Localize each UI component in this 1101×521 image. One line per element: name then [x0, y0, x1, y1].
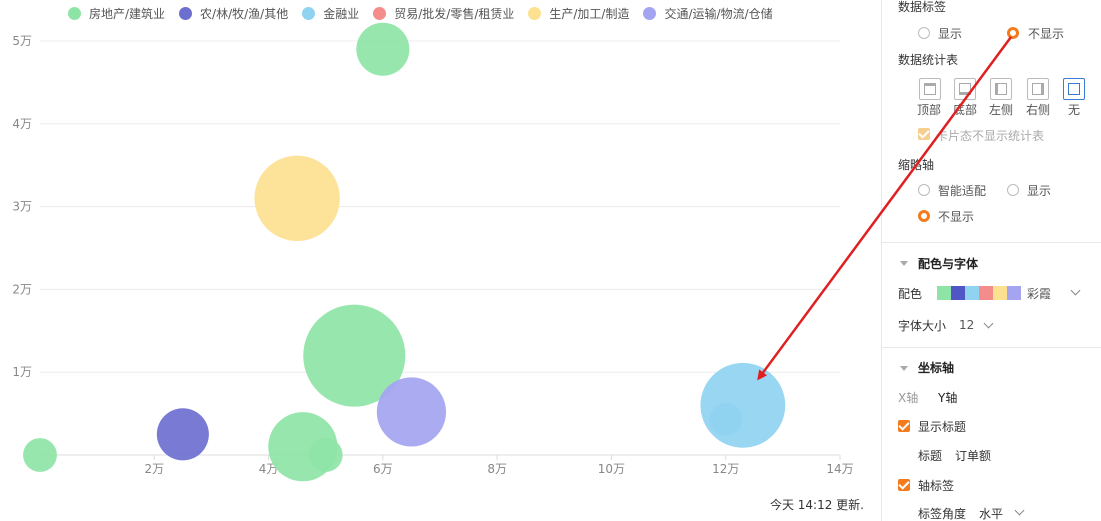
color-font-section-title[interactable]: 配色与字体 [918, 255, 978, 272]
collapse-triangle-icon[interactable] [900, 261, 908, 266]
bubble-chart: 1万2万3万4万5万2万 4万 6万 8万 10万 12万 14万 [12, 22, 854, 482]
font-size-chevron-down-icon[interactable] [983, 318, 994, 329]
position-bottom-icon [959, 83, 971, 95]
position-top-icon [924, 83, 936, 95]
position-none-icon [1068, 83, 1080, 95]
collapse-triangle-icon[interactable] [900, 366, 908, 371]
font-size-label: 字体大小 [898, 319, 947, 333]
data-label-show-radio[interactable] [918, 27, 930, 39]
axis-section-title[interactable]: 坐标轴 [918, 359, 954, 376]
settings-panel: 数据标签 显示 不显示 数据统计表 顶部 底部 左侧 右侧 无 卡片态不显示统计… [881, 0, 1101, 521]
stat-table-right-label: 右侧 [1026, 103, 1051, 117]
data-label-hide-text[interactable]: 不显示 [1028, 25, 1064, 42]
data-label-title: 数据标签 [898, 0, 947, 14]
position-right-icon [1032, 83, 1044, 95]
position-left-icon [995, 83, 1007, 95]
zoom-axis-auto-radio[interactable] [918, 184, 930, 196]
palette-chevron-down-icon[interactable] [1070, 285, 1081, 296]
x-tick-label: 12万 [712, 462, 739, 476]
card-hide-stat-label: 卡片态不显示统计表 [936, 129, 1045, 143]
zoom-axis-auto-text[interactable]: 智能适配 [938, 182, 986, 199]
chart-area: 房地产/建筑业 农/林/牧/渔/其他 金融业 贸易/批发/零售/租赁业 生产/加… [0, 0, 868, 521]
y-tick-label: 4万 [12, 117, 32, 131]
x-tick-label: 8万 [487, 462, 507, 476]
color-label: 配色 [898, 287, 923, 301]
bubble-point [376, 377, 447, 447]
section-divider [882, 347, 1101, 348]
bubble-point [23, 438, 57, 472]
show-title-label: 显示标题 [918, 420, 967, 434]
palette-name[interactable]: 彩霞 [1027, 285, 1051, 302]
y-tick-label: 2万 [12, 282, 32, 296]
stat-table-left-button[interactable] [990, 78, 1012, 100]
stat-table-right-button[interactable] [1027, 78, 1049, 100]
axis-title-field-value[interactable]: 订单额 [955, 447, 991, 464]
zoom-axis-show-radio[interactable] [1007, 184, 1019, 196]
stat-table-bottom-label: 底部 [953, 103, 978, 117]
x-tick-label: 6万 [373, 462, 393, 476]
bubble-point [356, 22, 410, 76]
card-hide-stat-checkbox[interactable] [918, 128, 930, 140]
label-angle-value[interactable]: 水平 [979, 505, 1003, 521]
zoom-axis-show-text[interactable]: 显示 [1027, 182, 1051, 199]
stat-table-left-label: 左侧 [989, 103, 1014, 117]
axis-label-checkbox[interactable] [898, 479, 910, 491]
swatch [1007, 286, 1021, 300]
axis-title-field-label: 标题 [918, 449, 943, 463]
swatch [937, 286, 951, 300]
axis-label-label: 轴标签 [918, 479, 955, 493]
x-tick-label: 2万 [144, 462, 164, 476]
bubble-point [156, 408, 209, 461]
zoom-axis-hide-text[interactable]: 不显示 [938, 208, 974, 225]
palette-swatches[interactable] [937, 286, 1021, 300]
stat-table-none-label: 无 [1068, 103, 1081, 117]
label-angle-label: 标签角度 [918, 507, 967, 521]
bubble-point [308, 438, 343, 472]
label-angle-chevron-down-icon[interactable] [1014, 505, 1025, 516]
swatch [993, 286, 1007, 300]
show-title-checkbox[interactable] [898, 420, 910, 432]
update-timestamp: 今天 14:12 更新. [769, 498, 864, 512]
x-tick-label: 10万 [598, 462, 625, 476]
section-divider [882, 242, 1101, 243]
y-tick-label: 5万 [12, 34, 32, 48]
stat-table-top-button[interactable] [919, 78, 941, 100]
stat-table-top-label: 顶部 [917, 103, 942, 117]
swatch [965, 286, 979, 300]
y-tick-label: 3万 [12, 200, 32, 214]
tab-y-axis[interactable]: Y轴 [938, 389, 957, 406]
tab-x-axis[interactable]: X轴 [898, 389, 918, 406]
swatch [979, 286, 993, 300]
data-label-hide-radio[interactable] [1007, 27, 1019, 39]
bubble-point [700, 362, 786, 448]
y-tick-label: 1万 [12, 365, 32, 379]
zoom-axis-hide-radio[interactable] [918, 210, 930, 222]
x-tick-label: 14万 [826, 462, 853, 476]
data-label-show-text[interactable]: 显示 [938, 25, 962, 42]
stat-table-bottom-button[interactable] [954, 78, 976, 100]
bubble-point [709, 403, 742, 436]
font-size-value[interactable]: 12 [959, 318, 974, 332]
zoom-axis-title: 缩略轴 [898, 158, 935, 172]
bubble-point [254, 155, 340, 242]
stat-table-title: 数据统计表 [898, 53, 959, 67]
swatch [951, 286, 965, 300]
stat-table-none-button[interactable] [1063, 78, 1085, 100]
